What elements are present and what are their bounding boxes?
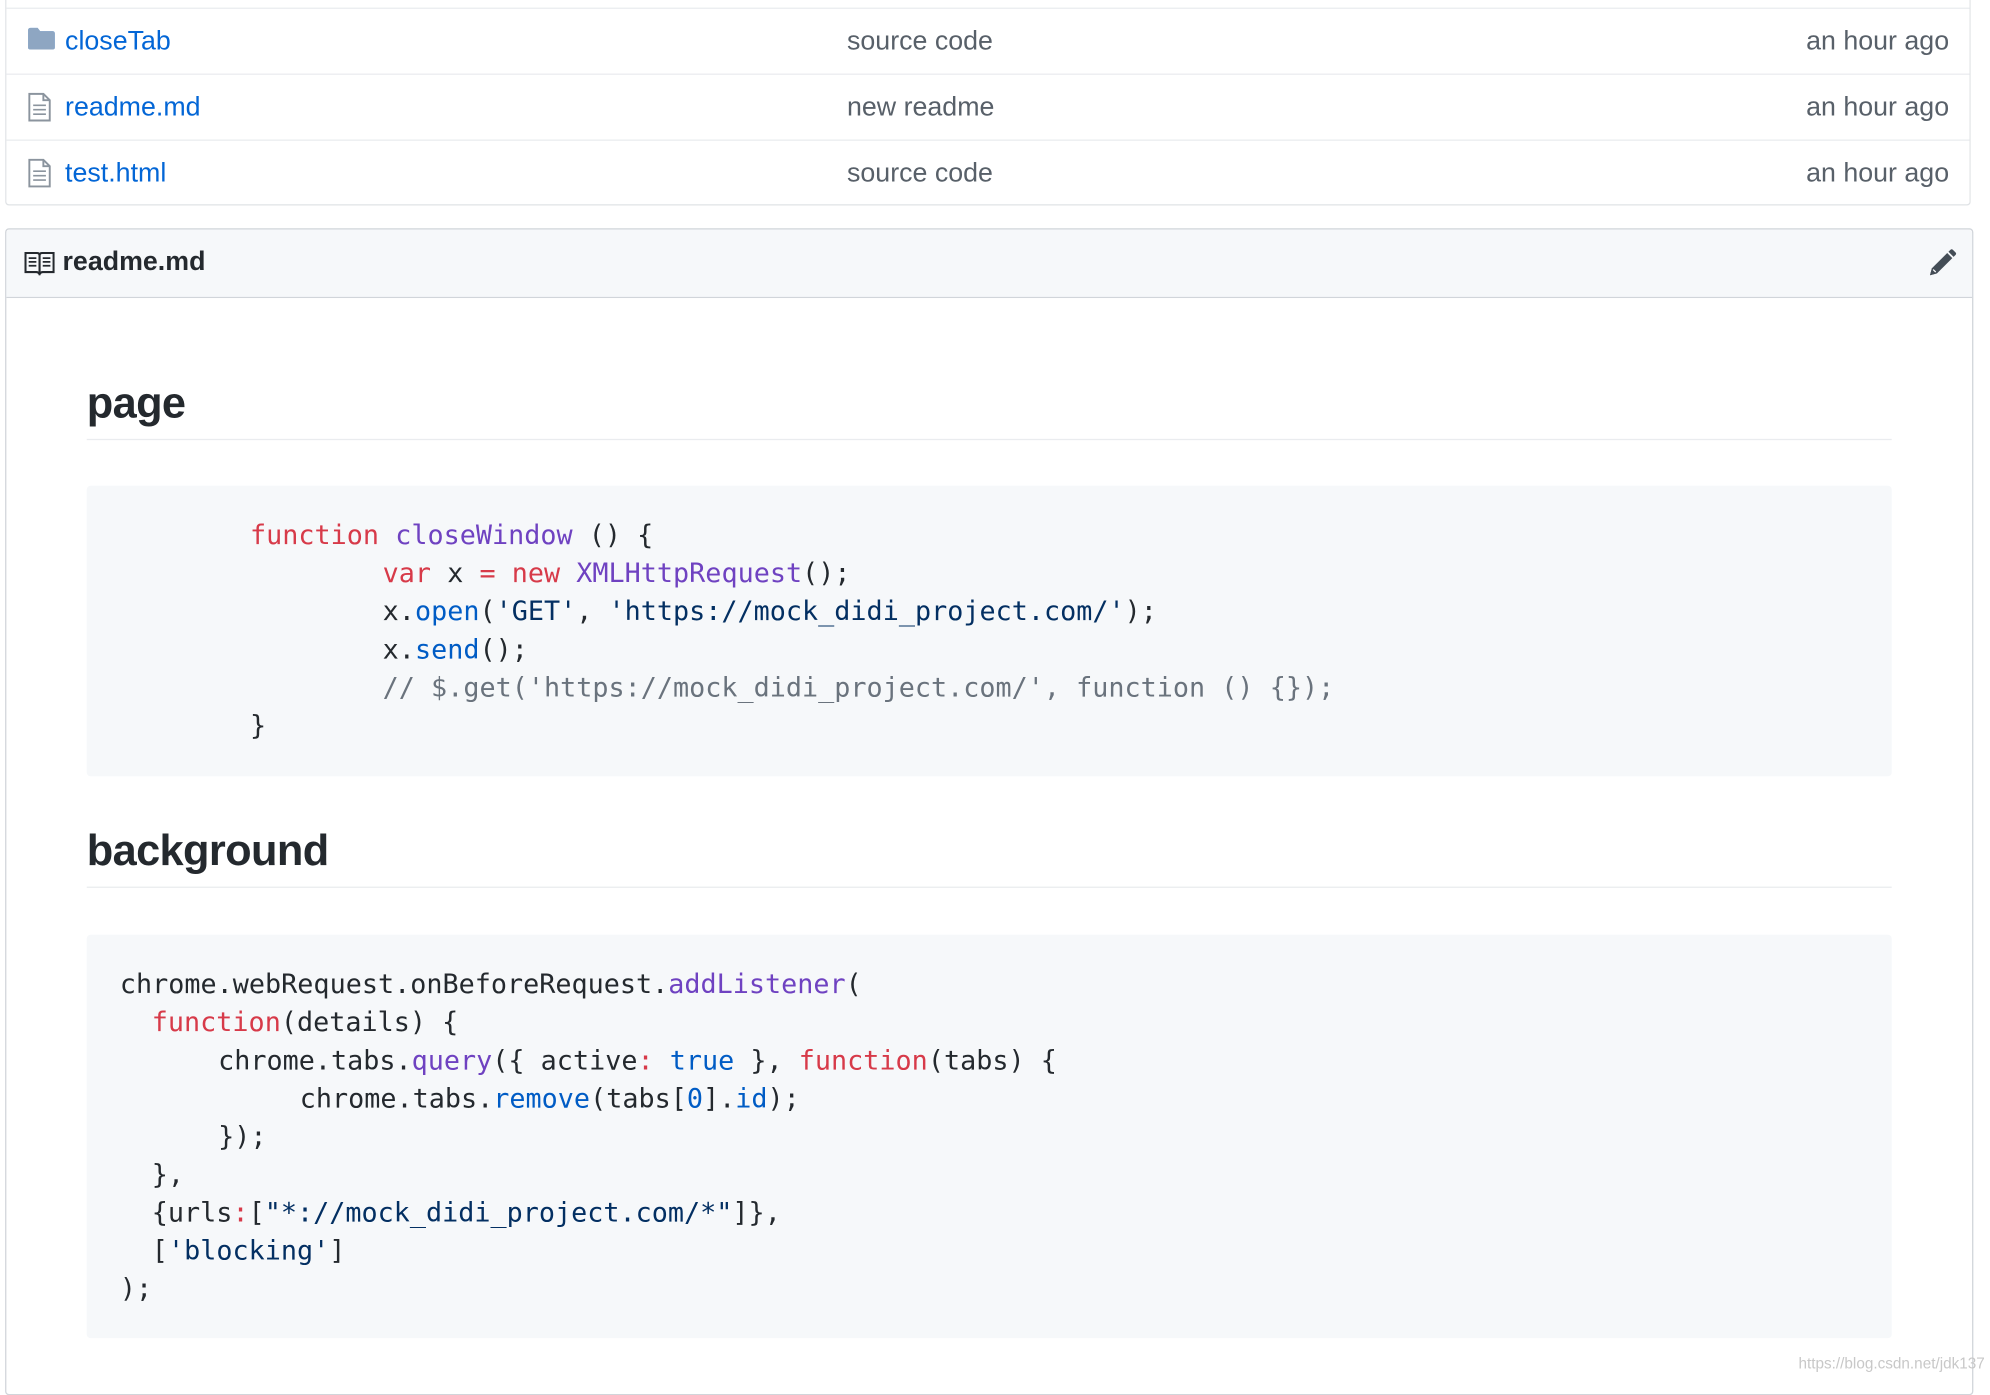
readme-header: readme.md: [6, 229, 1973, 299]
code-comment: // $.get('https://mock_didi_project.com/…: [382, 672, 1335, 703]
file-icon: [27, 158, 53, 196]
section-heading: page: [86, 379, 1892, 441]
code-line: });: [218, 1121, 267, 1152]
commit-message-link[interactable]: source code: [847, 159, 993, 189]
code-line: },: [151, 1159, 185, 1190]
code-line: var x = new XMLHttpRequest();: [382, 558, 851, 589]
file-row[interactable]: test.html source code an hour ago: [6, 139, 1970, 207]
code-line: function closeWindow () {: [250, 520, 654, 551]
code-line: );: [119, 1273, 153, 1304]
commit-age: an hour ago: [1806, 158, 1950, 188]
readme-panel: readme.md page function closeWindow () {…: [5, 228, 1974, 1395]
code-block: function closeWindow () { var x = new XM…: [86, 485, 1892, 777]
code-block: chrome.webRequest.onBeforeRequest.addLis…: [86, 934, 1892, 1339]
file-icon: [27, 92, 53, 130]
code-line: chrome.webRequest.onBeforeRequest.addLis…: [119, 969, 862, 1000]
repo-page: closeTab source code an hour ago readme.…: [0, 0, 1990, 1395]
commit-age: an hour ago: [1806, 92, 1950, 122]
code-line: chrome.tabs.query({ active: true }, func…: [218, 1045, 1057, 1076]
code-line: function(details) {: [151, 1007, 459, 1038]
folder-icon: [27, 27, 56, 59]
code-line: chrome.tabs.remove(tabs[0].id);: [299, 1083, 800, 1114]
code-line: ['blocking']: [151, 1235, 346, 1266]
book-icon: [24, 251, 55, 281]
code-line: {urls:["*://mock_didi_project.com/*"]},: [151, 1197, 781, 1228]
readme-title: readme.md: [62, 247, 206, 277]
code-line: x.send();: [382, 634, 528, 665]
pencil-icon[interactable]: [1926, 249, 1957, 286]
code-line: }: [250, 710, 267, 741]
code-line: x.open('GET', 'https://mock_didi_project…: [382, 596, 1157, 627]
section-heading: background: [86, 827, 1892, 888]
file-name-link[interactable]: test.html: [65, 159, 166, 189]
file-row[interactable]: closeTab source code an hour ago: [6, 7, 1970, 75]
commit-message-link[interactable]: source code: [847, 27, 993, 57]
commit-age: an hour ago: [1806, 26, 1950, 56]
watermark: https://blog.csdn.net/jdk137: [1798, 1354, 1985, 1373]
file-name-link[interactable]: readme.md: [65, 93, 200, 123]
commit-message-link[interactable]: new readme: [847, 93, 994, 123]
file-row[interactable]: readme.md new readme an hour ago: [6, 73, 1970, 141]
file-name-link[interactable]: closeTab: [65, 27, 171, 57]
file-list: closeTab source code an hour ago readme.…: [5, 0, 1971, 207]
